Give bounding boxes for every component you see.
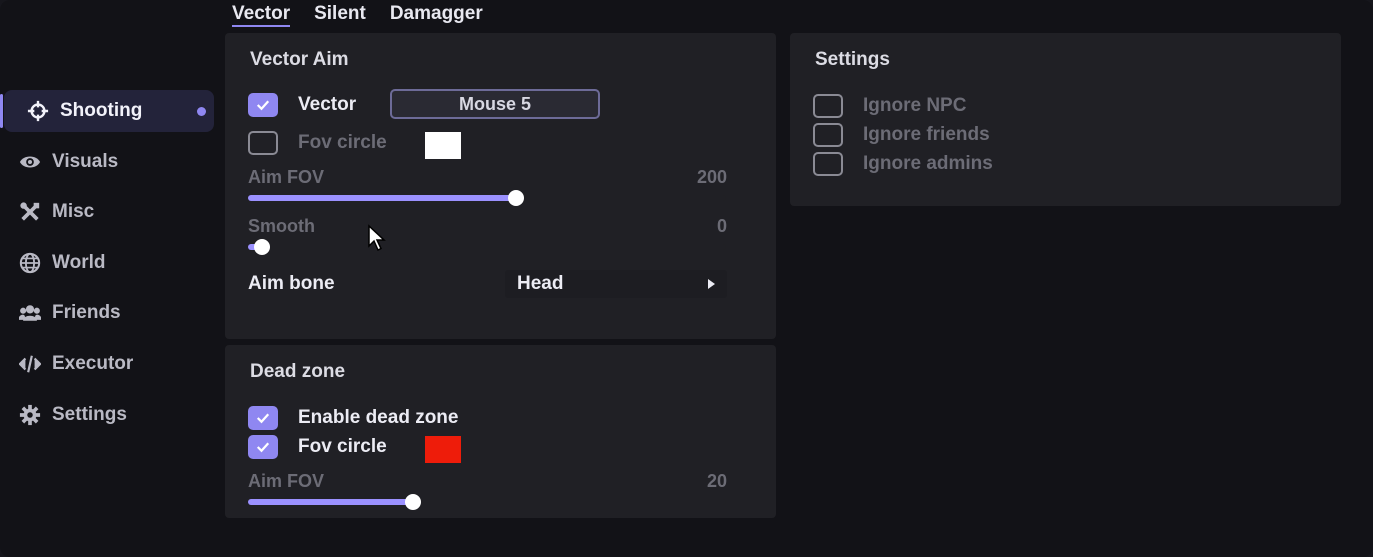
gear-icon [18, 403, 42, 427]
sidebar-item-friends[interactable]: Friends [0, 292, 200, 334]
aim-fov-label: Aim FOV [248, 167, 325, 187]
vector-label: Vector [298, 94, 357, 115]
chevron-right-icon [708, 279, 715, 289]
vector-checkbox[interactable] [248, 93, 278, 117]
ignore-npc-checkbox[interactable] [813, 94, 843, 118]
sidebar: Shooting Visuals Misc World Friends Exec… [0, 90, 214, 444]
users-icon [18, 301, 42, 325]
sidebar-item-label: Executor [52, 352, 134, 374]
crosshair-icon [26, 99, 50, 123]
smooth-slider[interactable] [248, 239, 726, 255]
dz-aim-fov-slider[interactable] [248, 494, 726, 510]
dz-fov-circle-label: Fov circle [298, 436, 387, 457]
slider-fill [248, 499, 413, 505]
fov-circle-checkbox[interactable] [248, 131, 278, 155]
app-window: Vector Silent Damagger Shooting Visuals … [0, 0, 1373, 557]
panel-title: Dead zone [250, 361, 346, 382]
tools-icon [18, 200, 42, 224]
active-indicator-dot [197, 107, 206, 116]
sidebar-item-label: Visuals [52, 150, 119, 172]
check-icon [256, 413, 270, 424]
fov-circle-row: Fov circle [248, 131, 387, 155]
globe-icon [18, 251, 42, 275]
tab-silent[interactable]: Silent [314, 0, 366, 28]
vector-aim-panel: Vector Aim Vector Mouse 5 Fov circle Aim… [225, 33, 776, 339]
smooth-value: 0 [716, 216, 727, 236]
mouse-cursor-icon [368, 224, 386, 252]
sidebar-item-settings[interactable]: Settings [0, 394, 200, 436]
ignore-friends-label: Ignore friends [863, 124, 990, 145]
dz-fov-circle-checkbox[interactable] [248, 435, 278, 459]
sidebar-item-label: Settings [52, 403, 127, 425]
top-tabs: Vector Silent Damagger [232, 0, 483, 28]
aim-bone-label: Aim bone [248, 273, 335, 294]
dz-aim-fov-value: 20 [706, 471, 727, 491]
check-icon [256, 442, 270, 453]
tab-damagger[interactable]: Damagger [390, 0, 483, 28]
code-icon [18, 352, 42, 376]
sidebar-item-label: Friends [52, 302, 121, 324]
aim-bone-select[interactable]: Head [505, 270, 727, 298]
ignore-npc-row: Ignore NPC [813, 94, 966, 118]
sidebar-item-world[interactable]: World [0, 242, 200, 284]
dz-fov-circle-row: Fov circle [248, 435, 387, 459]
fov-circle-label: Fov circle [298, 132, 387, 153]
slider-fill [248, 195, 516, 201]
sidebar-item-shooting[interactable]: Shooting [0, 90, 214, 132]
panel-title: Settings [815, 49, 890, 70]
sidebar-item-label: World [52, 251, 106, 273]
ignore-admins-checkbox[interactable] [813, 152, 843, 176]
sidebar-item-label: Shooting [60, 100, 143, 121]
aim-fov-slider[interactable] [248, 190, 726, 206]
ignore-npc-label: Ignore NPC [863, 95, 967, 116]
enable-dead-zone-label: Enable dead zone [298, 407, 459, 428]
fov-circle-color-swatch[interactable] [425, 132, 461, 159]
sidebar-item-visuals[interactable]: Visuals [0, 141, 200, 183]
slider-knob[interactable] [507, 190, 524, 206]
slider-knob[interactable] [254, 239, 271, 255]
vector-row: Vector [248, 93, 356, 117]
ignore-friends-checkbox[interactable] [813, 123, 843, 147]
panel-title: Vector Aim [250, 49, 349, 70]
dead-zone-panel: Dead zone Enable dead zone Fov circle Ai… [225, 345, 776, 518]
tab-vector[interactable]: Vector [232, 0, 291, 28]
enable-dead-zone-checkbox[interactable] [248, 406, 278, 430]
aim-bone-value: Head [517, 273, 564, 294]
ignore-admins-label: Ignore admins [863, 153, 993, 174]
vector-keybind-button[interactable]: Mouse 5 [390, 89, 600, 119]
dz-aim-fov-label: Aim FOV [248, 471, 325, 491]
eye-icon [18, 150, 42, 174]
aim-fov-value: 200 [696, 167, 727, 187]
sidebar-item-label: Misc [52, 201, 95, 223]
slider-knob[interactable] [404, 494, 421, 510]
settings-panel: Settings Ignore NPC Ignore friends Ignor… [790, 33, 1341, 206]
sidebar-item-executor[interactable]: Executor [0, 343, 200, 385]
dz-fov-circle-color-swatch[interactable] [425, 436, 461, 463]
check-icon [256, 100, 270, 111]
sidebar-item-misc[interactable]: Misc [0, 191, 200, 233]
ignore-admins-row: Ignore admins [813, 152, 993, 176]
enable-dead-zone-row: Enable dead zone [248, 406, 458, 430]
ignore-friends-row: Ignore friends [813, 123, 990, 147]
smooth-label: Smooth [248, 216, 315, 236]
